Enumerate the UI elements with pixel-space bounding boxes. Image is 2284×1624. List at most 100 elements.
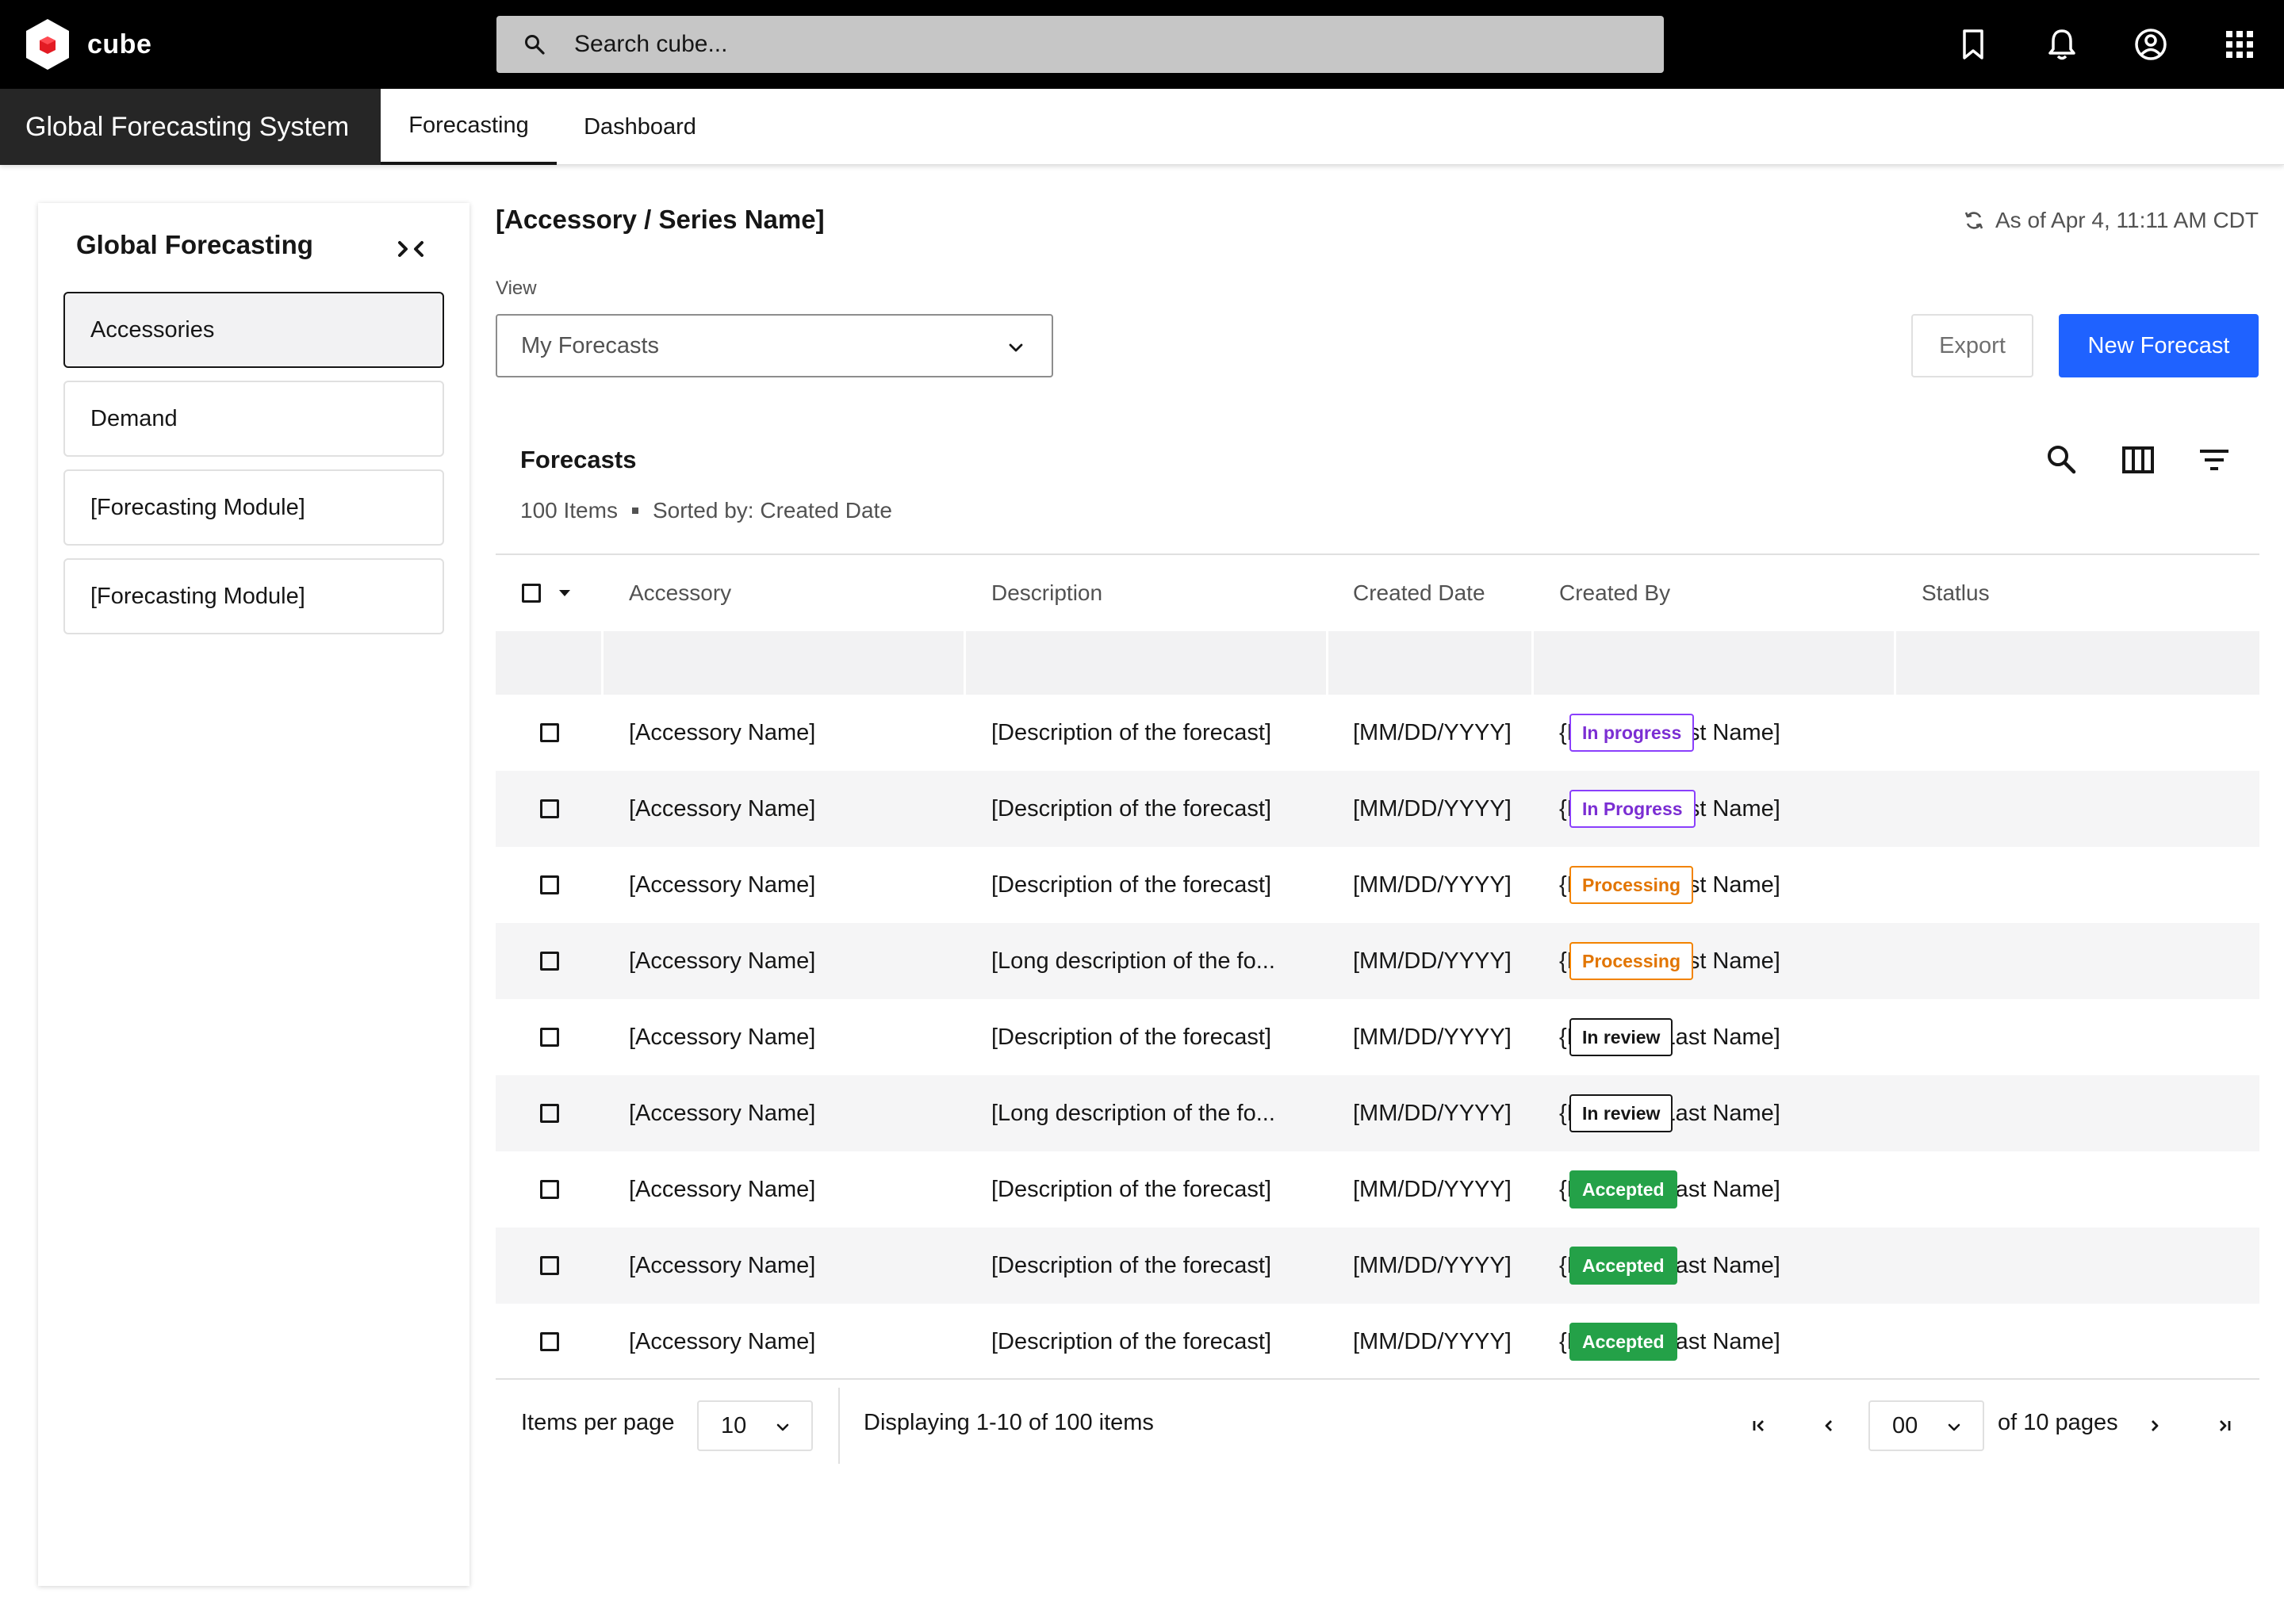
cell-accessory: [Accessory Name]	[629, 871, 816, 898]
side-item-forecasting-module-1[interactable]: [Forecasting Module]	[63, 469, 444, 546]
status-badge: Processing	[1569, 866, 1693, 904]
row-checkbox[interactable]	[540, 799, 559, 818]
items-per-page-label: Items per page	[521, 1410, 675, 1435]
header-created-date[interactable]: Created Date	[1353, 555, 1485, 631]
side-item-forecasting-module-2[interactable]: [Forecasting Module]	[63, 558, 444, 634]
search-input[interactable]	[573, 16, 1604, 73]
columns-icon	[2122, 446, 2154, 473]
top-bar: cube	[0, 0, 2284, 89]
table-header: Accessory Description Created Date Creat…	[496, 555, 2259, 631]
table-row[interactable]: [Accessory Name] [Description of the fore…	[496, 847, 2259, 923]
filter-cell[interactable]	[1534, 631, 1896, 695]
header-accessory[interactable]: Accessory	[629, 555, 731, 631]
cell-status: In review	[1569, 1075, 1673, 1151]
collapse-icon[interactable]	[393, 230, 433, 270]
table-row[interactable]: [Accessory Name] [Description of the fore…	[496, 695, 2259, 771]
filter-cell[interactable]	[1896, 631, 2259, 695]
cell-description: [Description of the forecast]	[991, 1328, 1271, 1354]
page-select[interactable]: 00	[1868, 1400, 1984, 1451]
header-status[interactable]: Statlus	[1922, 555, 1990, 631]
cell-accessory: [Accessory Name]	[629, 948, 816, 974]
displaying-text: Displaying 1-10 of 100 items	[864, 1410, 1154, 1435]
table-search-button[interactable]	[2043, 441, 2081, 479]
row-checkbox[interactable]	[540, 1332, 559, 1351]
view-dropdown[interactable]: My Forecasts	[496, 314, 1053, 377]
notifications-button[interactable]	[2040, 22, 2084, 67]
cell-description: [Long description of the fo...	[991, 948, 1275, 974]
next-page-button[interactable]	[2137, 1408, 2172, 1443]
page-title: [Accessory / Series Name]	[496, 205, 825, 234]
cell-status: Processing	[1569, 923, 1693, 999]
select-all-checkbox[interactable]	[522, 584, 541, 603]
export-button[interactable]: Export	[1911, 314, 2033, 377]
as-of-timestamp[interactable]: As of Apr 4, 11:11 AM CDT	[1962, 208, 2259, 233]
row-checkbox[interactable]	[540, 1028, 559, 1047]
view-label: View	[496, 278, 537, 299]
new-forecast-button[interactable]: New Forecast	[2059, 314, 2259, 377]
tab-forecasting[interactable]: Forecasting	[381, 89, 557, 165]
table-row[interactable]: [Accessory Name] [Description of the fore…	[496, 999, 2259, 1075]
global-search[interactable]	[496, 16, 1664, 73]
cell-created-date: [MM/DD/YYYY]	[1353, 871, 1512, 898]
side-panel-title: Global Forecasting	[76, 230, 313, 259]
page-first-icon	[1753, 1420, 1764, 1431]
row-checkbox[interactable]	[540, 723, 559, 742]
tab-dashboard[interactable]: Dashboard	[557, 89, 723, 165]
filter-cell[interactable]	[1328, 631, 1534, 695]
cell-status: In review	[1569, 999, 1673, 1075]
table-row[interactable]: [Accessory Name] [Long description of the…	[496, 1075, 2259, 1151]
chevron-right-icon	[2152, 1420, 2159, 1431]
header-description[interactable]: Description	[991, 555, 1102, 631]
cell-status: In progress	[1569, 695, 1695, 771]
sort-info: Sorted by: Created Date	[652, 498, 892, 523]
cell-created-date: [MM/DD/YYYY]	[1353, 795, 1512, 822]
cell-accessory: [Accessory Name]	[629, 795, 816, 822]
user-profile-button[interactable]	[2129, 22, 2173, 67]
app-switcher-button[interactable]	[2217, 22, 2262, 67]
cell-status: Processing	[1569, 847, 1693, 923]
table-row[interactable]: [Accessory Name] [Description of the fore…	[496, 771, 2259, 847]
row-checkbox[interactable]	[540, 875, 559, 894]
cube-logo-icon	[26, 19, 69, 70]
cell-description: [Description of the forecast]	[991, 1252, 1271, 1278]
cell-created-date: [MM/DD/YYYY]	[1353, 1176, 1512, 1202]
bookmark-button[interactable]	[1951, 22, 1995, 67]
app-name[interactable]: Global Forecasting System	[0, 89, 381, 165]
side-item-demand[interactable]: Demand	[63, 381, 444, 457]
column-filter-row	[496, 631, 2259, 695]
table-row[interactable]: [Accessory Name] [Description of the fore…	[496, 1228, 2259, 1304]
items-per-page-select[interactable]: 10	[697, 1400, 813, 1451]
status-badge: In Progress	[1569, 790, 1696, 828]
row-checkbox[interactable]	[540, 1256, 559, 1275]
caret-down-icon[interactable]	[559, 590, 570, 596]
side-item-accessories[interactable]: Accessories	[63, 292, 444, 368]
pager-divider	[838, 1388, 840, 1464]
filter-cell[interactable]	[966, 631, 1328, 695]
last-page-button[interactable]	[2207, 1408, 2242, 1443]
filter-cell[interactable]	[496, 631, 604, 695]
status-badge: Processing	[1569, 942, 1693, 980]
column-settings-button[interactable]	[2119, 441, 2157, 479]
brand-logo[interactable]: cube	[24, 17, 151, 71]
of-pages-text: of 10 pages	[1998, 1410, 2118, 1435]
filter-cell[interactable]	[604, 631, 966, 695]
cell-accessory: [Accessory Name]	[629, 1176, 816, 1202]
as-of-text: As of Apr 4, 11:11 AM CDT	[1995, 208, 2259, 232]
table-row[interactable]: [Accessory Name] [Description of the fore…	[496, 1151, 2259, 1228]
search-icon	[2048, 446, 2076, 474]
header-created-by[interactable]: Created By	[1559, 555, 1670, 631]
item-count: 100 Items	[520, 498, 618, 523]
row-checkbox[interactable]	[540, 952, 559, 971]
filter-button[interactable]	[2195, 441, 2233, 479]
row-checkbox[interactable]	[540, 1104, 559, 1123]
cell-status: Accepted	[1569, 1304, 1677, 1380]
row-checkbox[interactable]	[540, 1180, 559, 1199]
table-row[interactable]: [Accessory Name] [Long description of the…	[496, 923, 2259, 999]
side-panel: Global Forecasting Accessories Demand [F…	[38, 203, 469, 1586]
first-page-button[interactable]	[1742, 1408, 1776, 1443]
cell-accessory: [Accessory Name]	[629, 1328, 816, 1354]
table-row[interactable]: [Accessory Name] [Description of the fore…	[496, 1304, 2259, 1380]
search-icon	[525, 35, 545, 55]
previous-page-button[interactable]	[1811, 1408, 1846, 1443]
table-meta: 100 Items Sorted by: Created Date	[520, 498, 892, 523]
